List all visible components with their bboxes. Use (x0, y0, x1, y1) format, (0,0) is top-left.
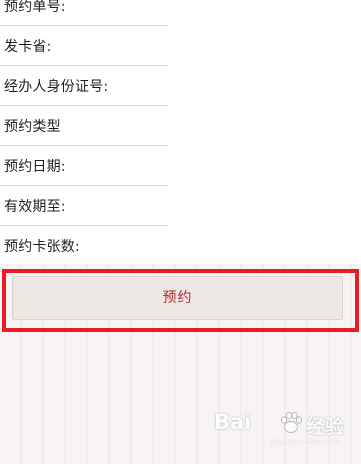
card-count-label: 预约卡张数: (4, 239, 80, 255)
watermark-url: jingyan.baidu.com (270, 438, 340, 446)
order-number-input[interactable] (120, 0, 353, 18)
reservation-date-label: 预约日期: (4, 159, 66, 175)
card-count-input[interactable] (120, 234, 353, 258)
valid-until-label: 有效期至: (4, 199, 66, 215)
issuing-province-input[interactable] (120, 34, 353, 58)
reserve-button[interactable]: 预约 (12, 276, 343, 320)
card-count-row[interactable]: 预约卡张数: (0, 226, 361, 266)
reservation-type-row[interactable]: 预约类型 (0, 106, 361, 146)
valid-until-input[interactable] (120, 194, 353, 218)
watermark-jingyan: 经验 (306, 416, 345, 438)
watermark-text: Bai (214, 410, 252, 434)
issuing-province-row[interactable]: 发卡省: (0, 26, 361, 66)
reservation-type-label: 预约类型 (4, 119, 61, 135)
baidu-paw-icon (280, 411, 303, 433)
reservation-date-row[interactable]: 预约日期: (0, 146, 361, 186)
reservation-date-input[interactable] (120, 154, 353, 178)
reservation-type-input[interactable] (120, 114, 353, 138)
baidu-jingyan-watermark: Bai 经验 jingyan.baidu.com (212, 408, 352, 448)
agent-id-number-input[interactable] (120, 74, 353, 98)
agent-id-number-row[interactable]: 经办人身份证号: (0, 66, 361, 106)
reservation-form: 预约单号: 发卡省: 经办人身份证号: 预约类型 预约日期: 有效期至: 预约卡… (0, 0, 361, 264)
valid-until-row[interactable]: 有效期至: (0, 186, 361, 226)
agent-id-number-label: 经办人身份证号: (4, 79, 109, 95)
order-number-row[interactable]: 预约单号: (0, 0, 361, 26)
issuing-province-label: 发卡省: (4, 39, 52, 55)
order-number-label: 预约单号: (4, 0, 66, 15)
